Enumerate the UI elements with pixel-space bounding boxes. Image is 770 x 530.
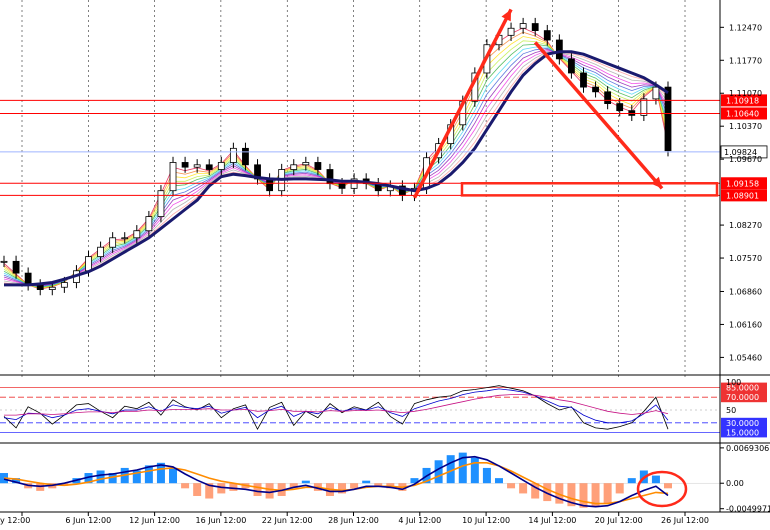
time-tick-label: 6 Jun 12:00 (65, 516, 111, 525)
candle-bull (302, 162, 310, 166)
macd-bar (627, 478, 636, 484)
candle-bear (664, 86, 672, 152)
macd-bar (579, 483, 588, 508)
price-tick-label: 1.11770 (729, 56, 762, 65)
oscillator-pane[interactable]: 85.000070.000030.000015.000010050 (0, 378, 767, 442)
macd-bar (494, 478, 503, 484)
level-label: 1.08901 (726, 191, 759, 200)
candle-bull (145, 216, 153, 232)
candle-bull (193, 164, 201, 168)
macd-axis: 0.00693060.00-0.0049971 (720, 444, 770, 514)
price-tick-label: 1.08270 (729, 221, 762, 230)
macd-bar (615, 483, 624, 494)
candle-bull (48, 286, 56, 290)
price-tick-label: 1.10370 (729, 122, 762, 131)
candle-bear (242, 147, 249, 166)
oscillator-axis: 85.000070.000030.000015.000010050 (721, 378, 767, 438)
candle-bear (592, 86, 599, 93)
macd-bar (470, 457, 479, 484)
candle-bull (290, 164, 298, 170)
time-tick-label: 14 Jul 12:00 (528, 516, 576, 525)
candle-bull (519, 23, 527, 29)
time-tick-label: 28 Jun 12:00 (328, 516, 379, 525)
oscillator-tick-label: 100 (726, 378, 741, 387)
oscillator-level-label: 30.0000 (726, 419, 759, 428)
candle-bear (604, 91, 612, 104)
price-tick-label: 1.06160 (729, 320, 762, 329)
macd-tick-label: 0.0069306 (726, 444, 769, 453)
trading-chart[interactable]: 1.109181.106401.091581.089011.098241.124… (0, 0, 770, 530)
time-tick-label: 16 Jun 12:00 (195, 516, 246, 525)
macd-bar (482, 467, 491, 484)
candle-bull (121, 237, 129, 240)
macd-bar (181, 483, 190, 489)
macd-bar (253, 483, 262, 496)
candle-bear (36, 284, 44, 290)
candle-bull (0, 260, 8, 263)
candle-bull (97, 246, 104, 258)
macd-bar (519, 483, 528, 494)
candle-bear (543, 30, 551, 41)
time-tick-label: 22 Jun 12:00 (262, 516, 313, 525)
macd-bar (434, 460, 443, 484)
oscillator-tick-label: 50 (726, 406, 736, 415)
candle-bull (217, 162, 225, 170)
price-tick-label: 1.07570 (729, 254, 762, 263)
time-axis: y 12:00 6 Jun 12:00 12 Jun 12:00 16 Jun 12:… (0, 512, 709, 525)
candle-bear (531, 23, 539, 32)
candle-bull (60, 282, 68, 288)
candle-bull (157, 190, 165, 218)
time-tick-label: 26 Jul 12:00 (661, 516, 709, 525)
level-label: 1.10640 (726, 109, 759, 118)
candle-bear (555, 39, 563, 60)
candle-bear (338, 183, 346, 189)
macd-tick-label: 0.00 (726, 479, 744, 488)
time-tick-label: 12 Jun 12:00 (129, 516, 180, 525)
candle-bull (109, 237, 117, 248)
candle-bear (314, 162, 322, 170)
price-tick-label: 1.06860 (729, 287, 762, 296)
time-tick-label: 20 Jul 12:00 (595, 516, 643, 525)
macd-bar (507, 483, 516, 489)
candle-bear (616, 103, 624, 112)
candle-bull (652, 86, 660, 100)
macd-bar (664, 483, 672, 489)
candle-bull (507, 27, 515, 36)
candle-bull (640, 98, 648, 116)
candle-bear (181, 162, 189, 168)
candle-bull (229, 147, 237, 163)
price-axis: 1.109181.106401.091581.089011.098241.124… (720, 23, 768, 362)
candle-bear (266, 178, 274, 192)
candle-bull (169, 162, 177, 192)
candle-bear (205, 164, 213, 170)
macd-bar (193, 483, 202, 496)
candle-bull (133, 230, 141, 239)
candle-bear (568, 58, 575, 74)
macd-bar (301, 480, 310, 484)
price-tick-label: 1.12470 (729, 23, 762, 32)
macd-bar (265, 483, 274, 499)
candle-bear (12, 260, 20, 274)
level-label: 1.09158 (726, 179, 759, 188)
oscillator-level-label: 70.0000 (726, 393, 759, 402)
candle-bear (24, 272, 32, 286)
macd-pane[interactable]: 0.00693060.00-0.0049971 (0, 444, 770, 514)
macd-bar (362, 480, 371, 484)
macd-bar (169, 467, 178, 484)
candle-bear (580, 72, 587, 88)
price-tick-label: 1.11070 (729, 89, 762, 98)
macd-bar (96, 470, 105, 484)
time-tick-label: y 12:00 (0, 516, 30, 525)
oscillator-level-label: 15.0000 (726, 428, 759, 437)
price-tick-label: 1.09670 (729, 155, 762, 164)
macd-bar (350, 483, 359, 489)
time-tick-label: 4 Jul 12:00 (398, 516, 441, 525)
macd-bar (374, 483, 383, 486)
macd-bar (651, 475, 660, 484)
candle-bull (85, 256, 92, 272)
price-tick-label: 1.05460 (729, 353, 762, 362)
price-pane-bg (0, 0, 720, 372)
time-tick-label: 10 Jul 12:00 (462, 516, 510, 525)
macd-bar (603, 483, 612, 504)
